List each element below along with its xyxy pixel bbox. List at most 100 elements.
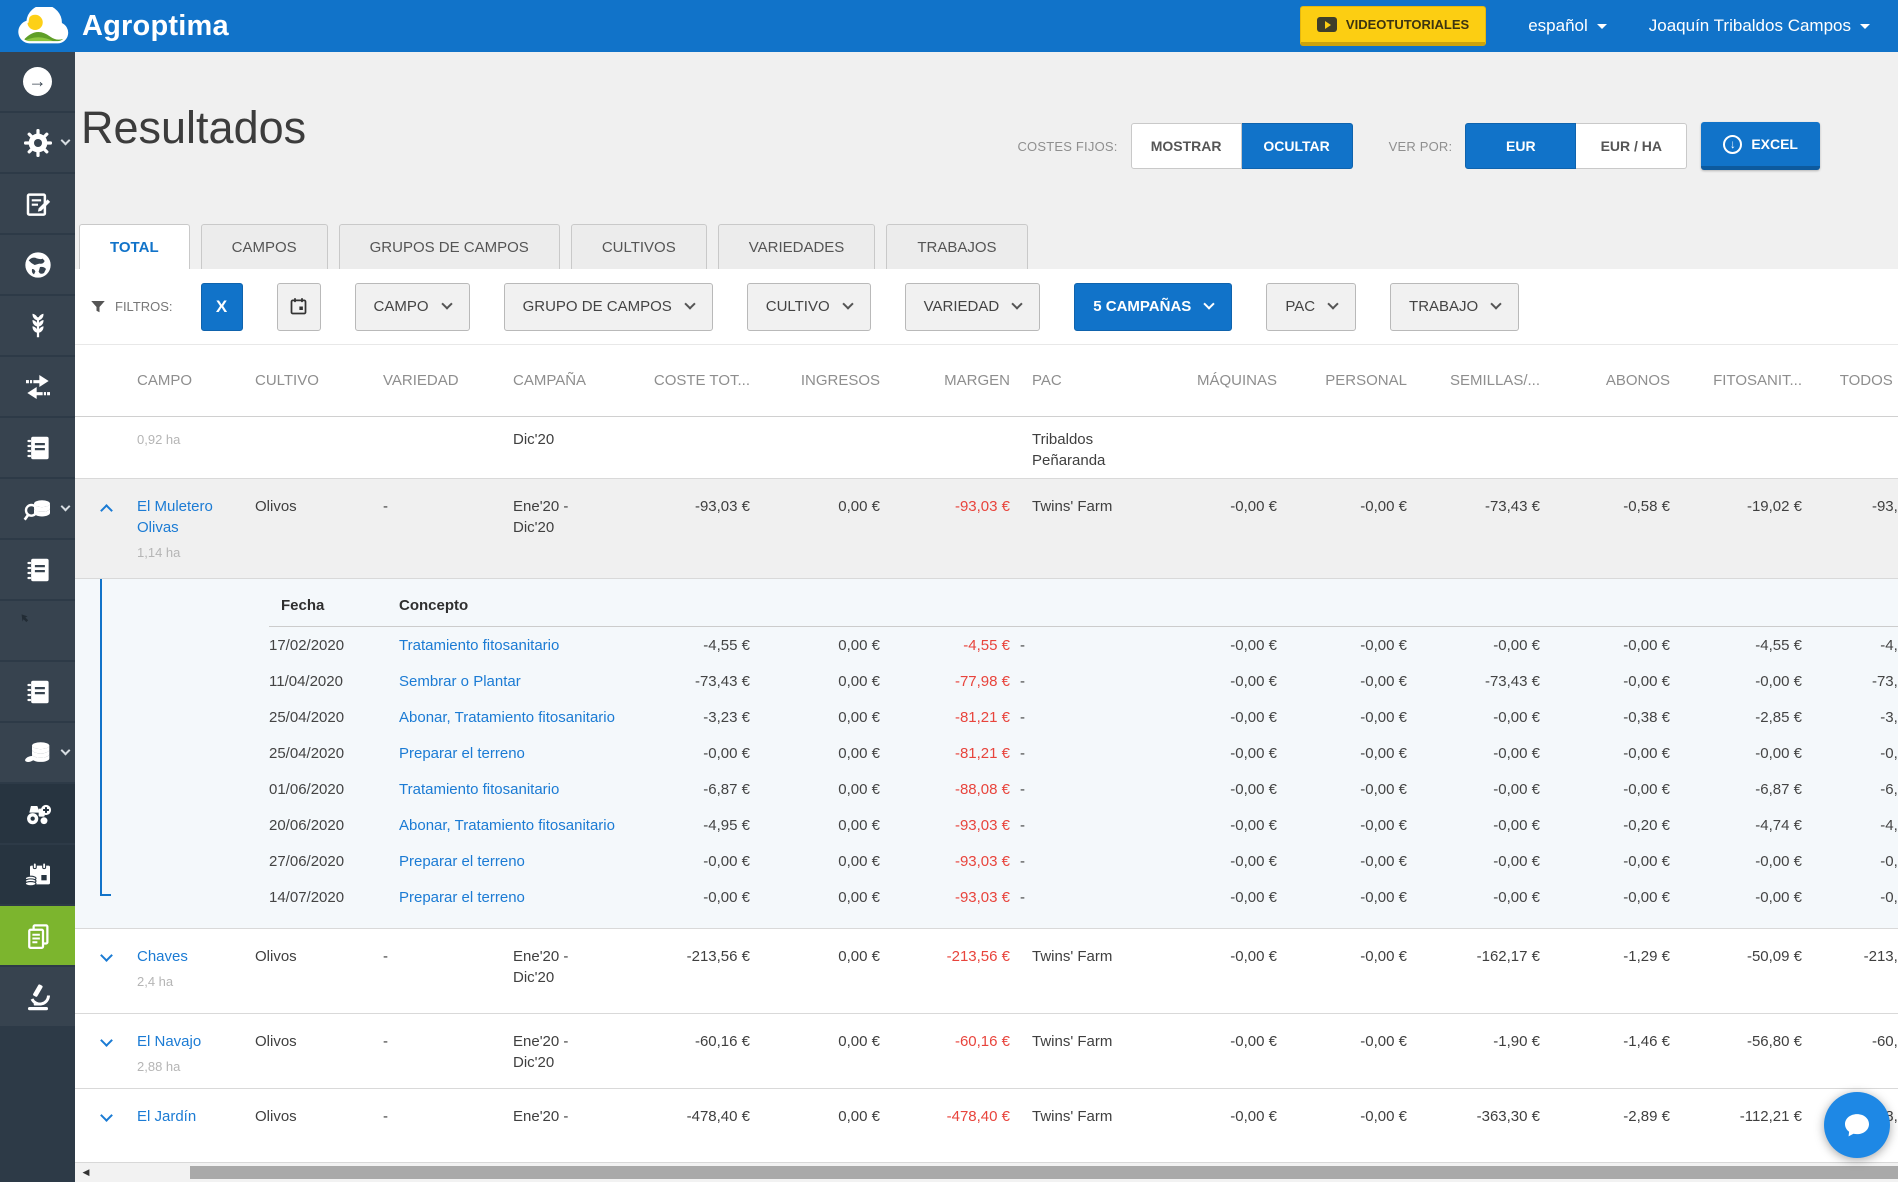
- coste-total-cell: -0,00 €: [628, 889, 760, 906]
- detail-fecha: 25/04/2020: [269, 709, 389, 726]
- eur-button[interactable]: EUR: [1465, 123, 1576, 169]
- tab-grupos-de-campos[interactable]: GRUPOS DE CAMPOS: [339, 224, 560, 269]
- campaign-period: Dic'20: [501, 417, 628, 478]
- filter-pac-dropdown[interactable]: PAC: [1266, 283, 1356, 331]
- calendar-icon: [288, 296, 309, 317]
- sidebar-item-machinery-add[interactable]: [0, 784, 75, 843]
- clear-filters-button[interactable]: X: [201, 283, 243, 331]
- campaign-line: Dic'20: [513, 967, 628, 988]
- detail-concepto-link[interactable]: Abonar, Tratamiento fitosanitario: [399, 709, 615, 726]
- chat-bubble-button[interactable]: [1824, 1092, 1890, 1158]
- fitosanitarios-cell: -6,87 €: [1680, 781, 1812, 798]
- table-row-partial[interactable]: 0,92 ha Dic'20 Tribaldos Peñaranda: [75, 417, 1898, 479]
- coste-total-cell: -3,23 €: [628, 709, 760, 726]
- filter-campo-dropdown[interactable]: CAMPO: [355, 283, 470, 331]
- campo-link[interactable]: Chaves: [137, 948, 188, 965]
- sidebar-item-calendar-costs[interactable]: [0, 845, 75, 904]
- excel-export-button[interactable]: ↓ EXCEL: [1701, 122, 1820, 170]
- campo-link[interactable]: El Jardín: [137, 1108, 196, 1125]
- excel-label: EXCEL: [1751, 136, 1798, 152]
- detail-concepto-link[interactable]: Sembrar o Plantar: [399, 673, 521, 690]
- pac-cell: Twins' Farm: [1020, 1014, 1175, 1088]
- detail-row: 17/02/2020 Tratamiento fitosanitario -4,…: [75, 627, 1898, 663]
- tab-cultivos[interactable]: CULTIVOS: [571, 224, 707, 269]
- detail-concepto-link[interactable]: Preparar el terreno: [399, 889, 525, 906]
- filter-trabajo-dropdown[interactable]: TRABAJO: [1390, 283, 1519, 331]
- coste-total-cell: -0,00 €: [628, 745, 760, 762]
- sidebar-item-fieldbook[interactable]: [0, 418, 75, 477]
- sidebar-item-cost-analysis[interactable]: [0, 479, 75, 538]
- chevron-down-icon: [684, 298, 695, 309]
- todos-cell: -60,16 €: [1812, 1014, 1898, 1088]
- campo-link[interactable]: El Muletero Olivas: [137, 498, 213, 536]
- sidebar-item-collapse[interactable]: →: [0, 52, 75, 111]
- chevron-down-icon: [61, 135, 71, 145]
- sidebar-item-settings[interactable]: [0, 113, 75, 172]
- detail-fecha: 11/04/2020: [269, 673, 389, 690]
- caret-down-icon: [1860, 24, 1870, 29]
- table-row[interactable]: El Navajo 2,88 ha Olivos - Ene'20 - Dic'…: [75, 1014, 1898, 1089]
- filter-variedad-dropdown[interactable]: VARIEDAD: [905, 283, 1041, 331]
- cultivo-cell: Olivos: [243, 479, 371, 578]
- language-menu[interactable]: español: [1528, 16, 1607, 36]
- coste-total-cell: -478,40 €: [628, 1089, 760, 1162]
- filter-campanas-dropdown[interactable]: 5 CAMPAÑAS: [1074, 283, 1232, 331]
- maquinas-cell: -0,00 €: [1175, 929, 1287, 1013]
- filter-grupo-de-campos-dropdown[interactable]: GRUPO DE CAMPOS: [504, 283, 713, 331]
- sidebar-item-results-active[interactable]: [0, 906, 75, 965]
- col-campo: CAMPO: [125, 372, 243, 389]
- campaign-cell: Ene'20 -: [501, 1089, 628, 1162]
- pac-cell: -: [1020, 889, 1175, 906]
- sidebar-item-finance[interactable]: [0, 723, 75, 782]
- ingresos-cell: 0,00 €: [760, 673, 890, 690]
- row-expand-toggle[interactable]: [75, 929, 125, 1013]
- sidebar-item-movements[interactable]: [0, 357, 75, 416]
- sidebar-item-map[interactable]: [0, 235, 75, 294]
- sidebar-item-notebook-3[interactable]: [0, 662, 75, 721]
- col-todos: TODOS LOS: [1812, 372, 1898, 389]
- tab-trabajos[interactable]: TRABAJOS: [886, 224, 1027, 269]
- detail-concepto-link[interactable]: Tratamiento fitosanitario: [399, 637, 559, 654]
- detail-concepto-link[interactable]: Preparar el terreno: [399, 745, 525, 762]
- table-row[interactable]: El Jardín Olivos - Ene'20 - -478,40 € 0,…: [75, 1089, 1898, 1162]
- videotutorials-button[interactable]: VIDEOTUTORIALES: [1300, 6, 1486, 46]
- sidebar-item-notes[interactable]: [0, 174, 75, 233]
- sidebar-item-crops[interactable]: [0, 296, 75, 355]
- scrollbar-thumb[interactable]: [190, 1166, 1898, 1179]
- row-expand-toggle[interactable]: [75, 479, 125, 578]
- brand-logo[interactable]: Agroptima: [0, 7, 229, 45]
- col-ingresos: INGRESOS: [760, 372, 890, 389]
- maquinas-cell: -0,00 €: [1175, 1089, 1287, 1162]
- scroll-left-button[interactable]: ◀: [75, 1163, 97, 1182]
- detail-concepto-link[interactable]: Abonar, Tratamiento fitosanitario: [399, 817, 615, 834]
- row-expand-toggle[interactable]: [75, 1014, 125, 1088]
- sidebar-item-misc[interactable]: [0, 601, 75, 660]
- detail-concepto-link[interactable]: Tratamiento fitosanitario: [399, 781, 559, 798]
- tab-campos[interactable]: CAMPOS: [201, 224, 328, 269]
- date-filter-button[interactable]: [277, 283, 321, 331]
- sidebar-item-analysis[interactable]: [0, 967, 75, 1026]
- tab-variedades[interactable]: VARIEDADES: [718, 224, 876, 269]
- table-row[interactable]: El Muletero Olivas 1,14 ha Olivos - Ene'…: [75, 479, 1898, 579]
- row-expand-toggle[interactable]: [75, 1089, 125, 1162]
- coste-total-cell: -213,56 €: [628, 929, 760, 1013]
- col-personal: PERSONAL: [1287, 372, 1417, 389]
- user-menu[interactable]: Joaquín Tribaldos Campos: [1649, 16, 1870, 36]
- detail-row: 01/06/2020 Tratamiento fitosanitario -6,…: [75, 771, 1898, 807]
- reports-icon: [23, 921, 53, 951]
- detail-row: 14/07/2020 Preparar el terreno -0,00 € 0…: [75, 879, 1898, 915]
- filter-cultivo-dropdown[interactable]: CULTIVO: [747, 283, 871, 331]
- maquinas-cell: -0,00 €: [1175, 745, 1287, 762]
- eur-ha-button[interactable]: EUR / HA: [1576, 123, 1687, 169]
- notebook-icon: [23, 433, 53, 463]
- ocultar-button[interactable]: OCULTAR: [1242, 123, 1353, 169]
- detail-concepto-link[interactable]: Preparar el terreno: [399, 853, 525, 870]
- campo-link[interactable]: El Navajo: [137, 1033, 201, 1050]
- mostrar-button[interactable]: MOSTRAR: [1131, 123, 1242, 169]
- ingresos-cell: 0,00 €: [760, 709, 890, 726]
- detail-row: 27/06/2020 Preparar el terreno -0,00 € 0…: [75, 843, 1898, 879]
- sidebar-item-notebook-2[interactable]: [0, 540, 75, 599]
- arrow-right-circle-icon: →: [23, 67, 52, 96]
- tab-total[interactable]: TOTAL: [79, 224, 190, 269]
- table-row[interactable]: Chaves 2,4 ha Olivos - Ene'20 - Dic'20 -…: [75, 929, 1898, 1014]
